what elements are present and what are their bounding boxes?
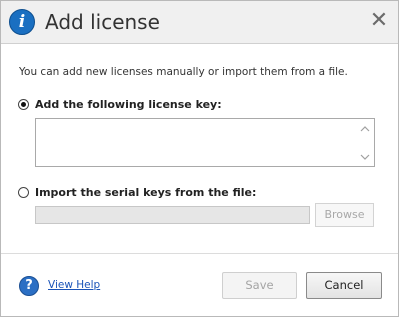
close-button[interactable]: ✕ — [368, 10, 390, 32]
scroll-up-icon[interactable] — [360, 124, 370, 134]
cancel-button[interactable]: Cancel — [306, 272, 382, 299]
browse-button: Browse — [315, 203, 374, 227]
help-icon[interactable]: ? — [19, 276, 39, 296]
manual-key-radio[interactable] — [18, 99, 29, 110]
import-file-option[interactable]: Import the serial keys from the file: — [18, 186, 256, 199]
import-file-radio[interactable] — [18, 187, 29, 198]
info-icon: i — [9, 9, 35, 35]
add-license-dialog: i Add license ✕ You can add new licenses… — [0, 0, 399, 317]
save-button: Save — [222, 272, 297, 299]
import-file-label: Import the serial keys from the file: — [35, 186, 257, 199]
view-help-link[interactable]: View Help — [48, 279, 100, 291]
dialog-title: Add license — [45, 10, 160, 34]
license-key-textarea[interactable] — [35, 118, 375, 167]
footer-divider — [1, 253, 398, 254]
manual-key-option[interactable]: Add the following license key: — [18, 98, 222, 111]
title-bar: i Add license ✕ — [1, 1, 398, 44]
scroll-down-icon[interactable] — [360, 152, 370, 162]
intro-text: You can add new licenses manually or imp… — [19, 66, 348, 78]
file-path-field — [35, 206, 310, 224]
manual-key-label: Add the following license key: — [35, 98, 222, 111]
close-icon: ✕ — [369, 8, 389, 33]
